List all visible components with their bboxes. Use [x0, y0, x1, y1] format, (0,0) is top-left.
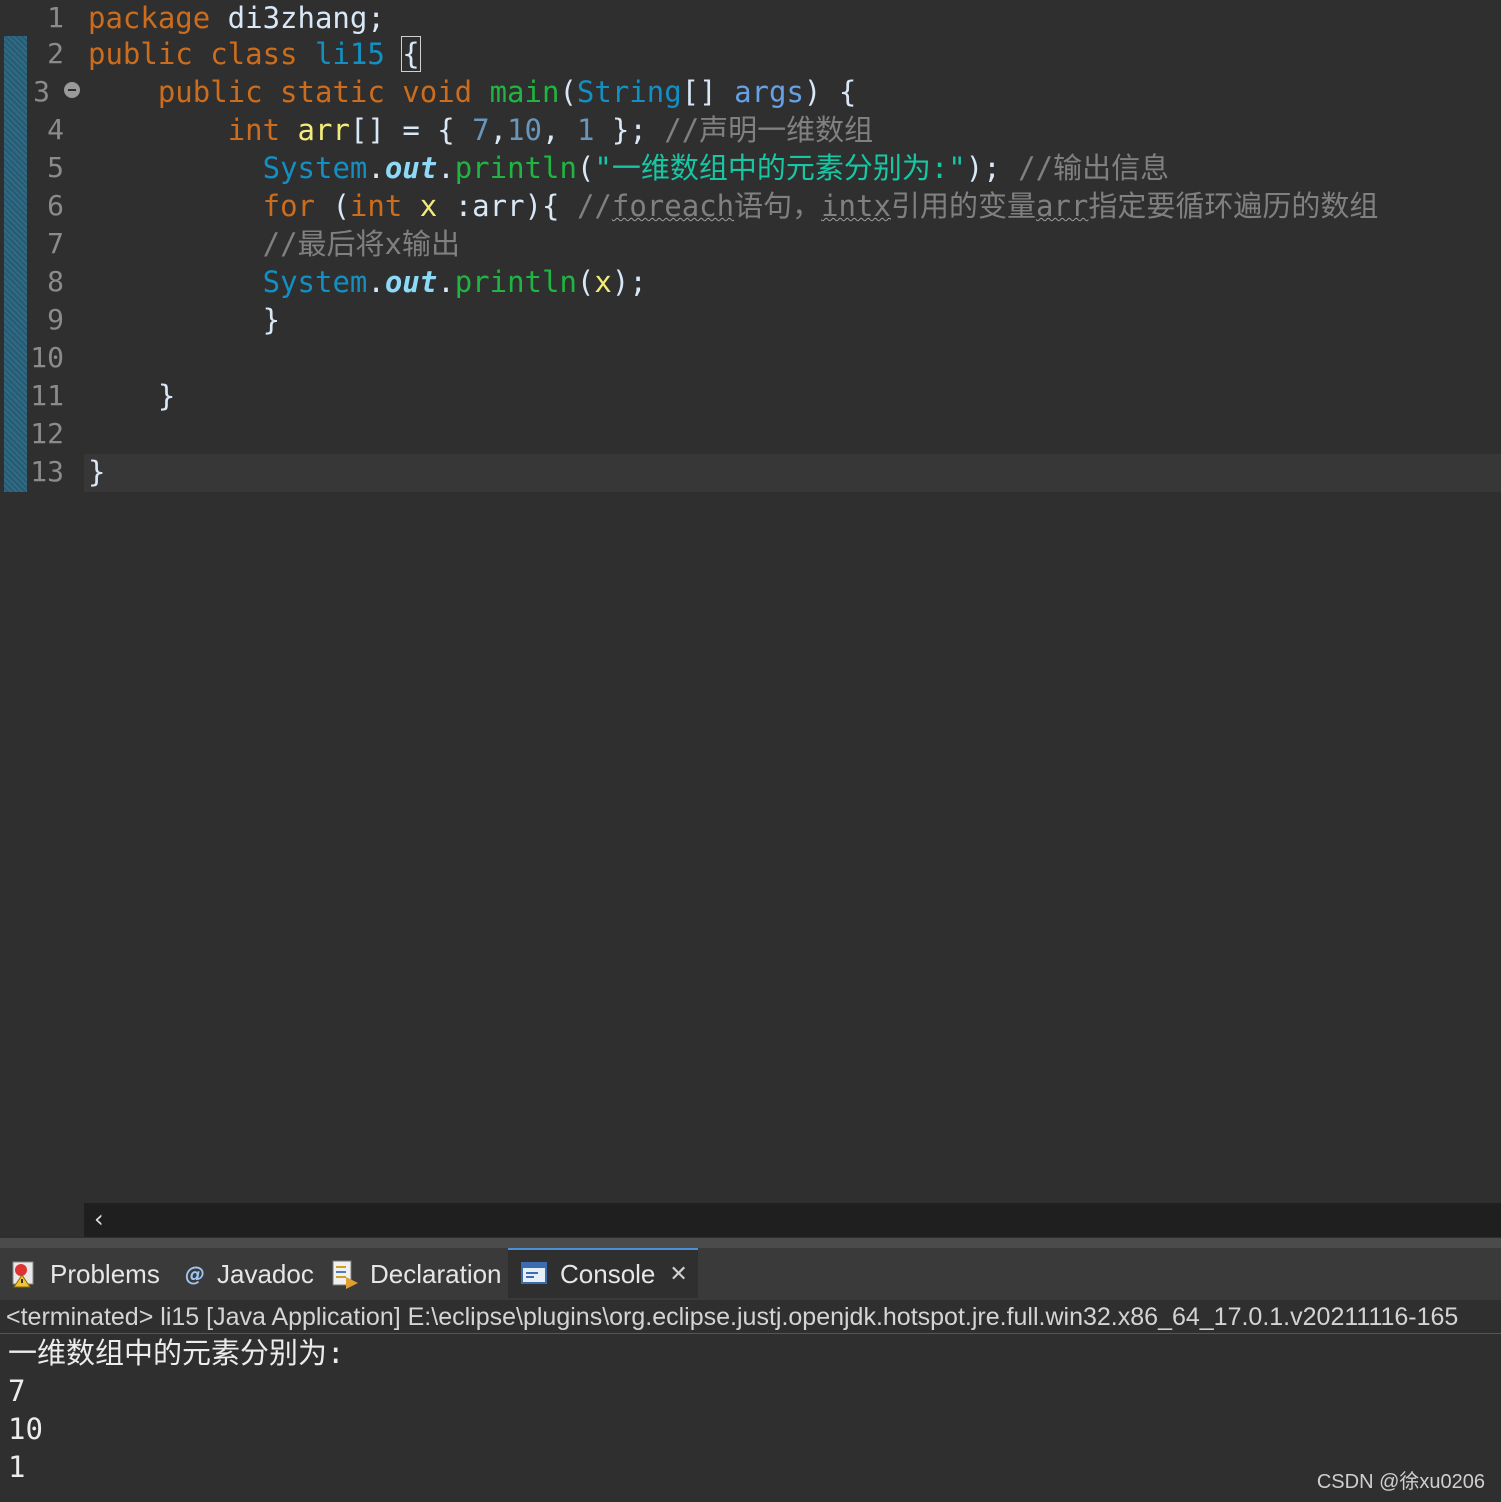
line-number: 13 [30, 455, 64, 488]
declaration-icon [330, 1259, 360, 1289]
tab-javadoc[interactable]: @ Javadoc [183, 1248, 314, 1300]
code-line-1[interactable]: 1 package di3zhang; [0, 0, 1501, 38]
keyword: public static void [157, 75, 473, 109]
keyword: int [227, 113, 281, 147]
class-name: String [576, 75, 682, 109]
variable: x [594, 265, 612, 299]
code-line-9[interactable]: 9 } [0, 302, 1501, 340]
console-process-header: <terminated> li15 [Java Application] E:\… [0, 1300, 1501, 1334]
pane-divider[interactable] [0, 1238, 1501, 1248]
line-number: 1 [47, 1, 64, 34]
code-line-11[interactable]: 11 } [0, 378, 1501, 416]
svg-text:@: @ [185, 1262, 205, 1286]
comment: //foreach语句，intx引用的变量arr指定要循环遍历的数组 [576, 189, 1379, 223]
line-number: 8 [47, 265, 64, 298]
line-number: 4 [47, 113, 64, 146]
tab-label: Console [560, 1258, 656, 1289]
tab-declaration[interactable]: Declaration [330, 1248, 502, 1300]
closing-brace: } [88, 379, 176, 413]
console-output-line: 7 [8, 1374, 26, 1408]
tab-problems[interactable]: Problems [10, 1248, 160, 1300]
line-number: 2 [47, 37, 64, 70]
comment: //输出信息 [1018, 151, 1170, 185]
keyword: public class [88, 37, 298, 71]
tab-label: Problems [50, 1258, 160, 1289]
bottom-panel-tabs: Problems @ Javadoc Declaration Console ✕ [0, 1248, 1501, 1300]
closing-brace: } [88, 303, 281, 337]
scroll-left-arrow-icon[interactable]: ‹ [94, 1205, 104, 1233]
console-output[interactable]: 一维数组中的元素分别为: 7 10 1 CSDN @徐xu0206 [0, 1335, 1501, 1502]
line-number: 5 [47, 151, 64, 184]
comment: //最后将x输出 [262, 227, 460, 261]
class-name: li15 [314, 37, 385, 71]
code-line-12[interactable]: 12 [0, 416, 1501, 454]
code-line-2[interactable]: 2 public class li15 { [0, 36, 1501, 74]
class-name: System [262, 265, 368, 299]
watermark: CSDN @徐xu0206 [1316, 1471, 1485, 1493]
static-field: out [384, 151, 438, 185]
console-output-line: 一维数组中的元素分别为: [8, 1336, 345, 1370]
tab-label: Javadoc [217, 1258, 314, 1289]
line-number: 10 [30, 341, 64, 374]
string-literal: "一维数组中的元素分别为:" [594, 151, 966, 185]
class-name: System [262, 151, 368, 185]
console-output-line: 10 [8, 1412, 43, 1446]
close-icon[interactable]: ✕ [669, 1262, 687, 1287]
package-name: di3zhang; [210, 1, 385, 35]
console-output-line: 1 [8, 1450, 26, 1484]
closing-brace: } [88, 455, 106, 489]
keyword: int [349, 189, 403, 223]
static-field: out [384, 265, 438, 299]
code-line-13[interactable]: 13 } [0, 454, 1501, 492]
number: 10 [507, 113, 543, 147]
keyword: for [262, 189, 315, 223]
method-name: println [454, 265, 577, 299]
line-number: 12 [30, 417, 64, 450]
tab-label: Declaration [370, 1258, 502, 1289]
line-number: 7 [47, 227, 64, 260]
horizontal-scrollbar[interactable]: ‹ [84, 1203, 1501, 1237]
line-number: 3 [33, 75, 50, 108]
variable: arr [297, 113, 350, 147]
line-number: 11 [30, 379, 64, 412]
method-name: println [454, 151, 577, 185]
number: 1 [576, 113, 595, 147]
code-line-3[interactable]: 3 public static void main(String[] args)… [0, 74, 1501, 112]
code-line-6[interactable]: 6 for (int x :arr){ //foreach语句，intx引用的变… [0, 188, 1501, 226]
number: 7 [472, 113, 490, 147]
method-name: main [489, 75, 560, 109]
javadoc-icon: @ [183, 1259, 207, 1289]
code-line-10[interactable]: 10 [0, 340, 1501, 378]
tab-console[interactable]: Console ✕ [508, 1248, 698, 1298]
comment: //声明一维数组 [664, 113, 874, 147]
code-line-7[interactable]: 7 //最后将x输出 [0, 226, 1501, 264]
console-icon [520, 1259, 550, 1289]
line-number: 6 [47, 189, 64, 222]
code-editor[interactable]: 1 package di3zhang; 2 public class li15 … [0, 0, 1501, 1240]
matched-brace: { [401, 36, 421, 72]
code-line-8[interactable]: 8 System.out.println(x); [0, 264, 1501, 302]
problems-icon [10, 1259, 40, 1289]
code-line-5[interactable]: 5 System.out.println("一维数组中的元素分别为:"); //… [0, 150, 1501, 188]
line-number: 9 [47, 303, 64, 336]
variable: x [419, 189, 438, 223]
parameter: args [734, 75, 804, 109]
keyword: package [88, 1, 211, 35]
code-line-4[interactable]: 4 int arr[] = { 7,10, 1 }; //声明一维数组 [0, 112, 1501, 150]
